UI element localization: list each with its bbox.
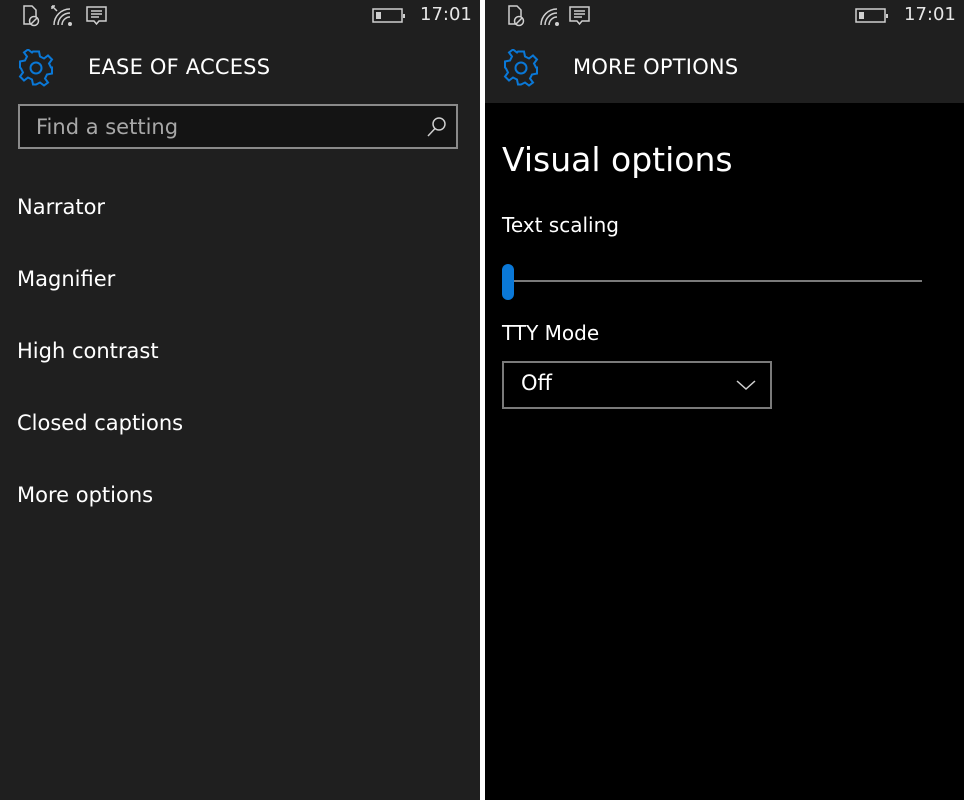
status-bar: 17:01 xyxy=(0,0,480,34)
text-scaling-slider[interactable] xyxy=(502,262,922,302)
page-title: EASE OF ACCESS xyxy=(88,55,271,79)
gear-icon xyxy=(17,48,55,91)
menu-item-magnifier[interactable]: Magnifier xyxy=(17,258,183,330)
page-header: EASE OF ACCESS xyxy=(0,46,480,92)
battery-low-icon xyxy=(855,8,889,28)
page-header: MORE OPTIONS xyxy=(485,46,964,92)
search-icon[interactable] xyxy=(426,116,448,142)
sim-blocked-icon xyxy=(22,5,42,31)
clock: 17:01 xyxy=(904,4,956,25)
tty-mode-label: TTY Mode xyxy=(502,321,600,345)
chevron-down-icon xyxy=(736,377,756,396)
tty-mode-dropdown[interactable]: Off xyxy=(502,361,772,409)
more-options-panel: 17:01 MORE OPTIONS Visual options Text s… xyxy=(485,0,964,800)
wifi-icon xyxy=(50,5,76,31)
battery-low-icon xyxy=(372,8,406,28)
wifi-icon xyxy=(537,5,563,31)
menu-item-high-contrast[interactable]: High contrast xyxy=(17,330,183,402)
page-title: MORE OPTIONS xyxy=(573,55,739,79)
status-bar: 17:01 xyxy=(485,0,964,34)
slider-track[interactable] xyxy=(502,280,922,282)
section-title: Visual options xyxy=(502,140,733,179)
search-box[interactable] xyxy=(18,104,458,149)
ease-of-access-panel: 17:01 EASE OF ACCESS Narrator Magnifier … xyxy=(0,0,480,800)
message-icon xyxy=(568,5,592,31)
menu-item-closed-captions[interactable]: Closed captions xyxy=(17,402,183,474)
message-icon xyxy=(85,5,109,31)
settings-menu: Narrator Magnifier High contrast Closed … xyxy=(17,186,183,546)
slider-thumb[interactable] xyxy=(502,264,514,300)
search-input[interactable] xyxy=(36,112,416,142)
menu-item-narrator[interactable]: Narrator xyxy=(17,186,183,258)
sim-blocked-icon xyxy=(507,5,527,31)
gear-icon xyxy=(502,48,540,91)
clock: 17:01 xyxy=(420,4,472,25)
menu-item-more-options[interactable]: More options xyxy=(17,474,183,546)
text-scaling-label: Text scaling xyxy=(502,213,619,237)
tty-mode-value: Off xyxy=(521,371,552,395)
